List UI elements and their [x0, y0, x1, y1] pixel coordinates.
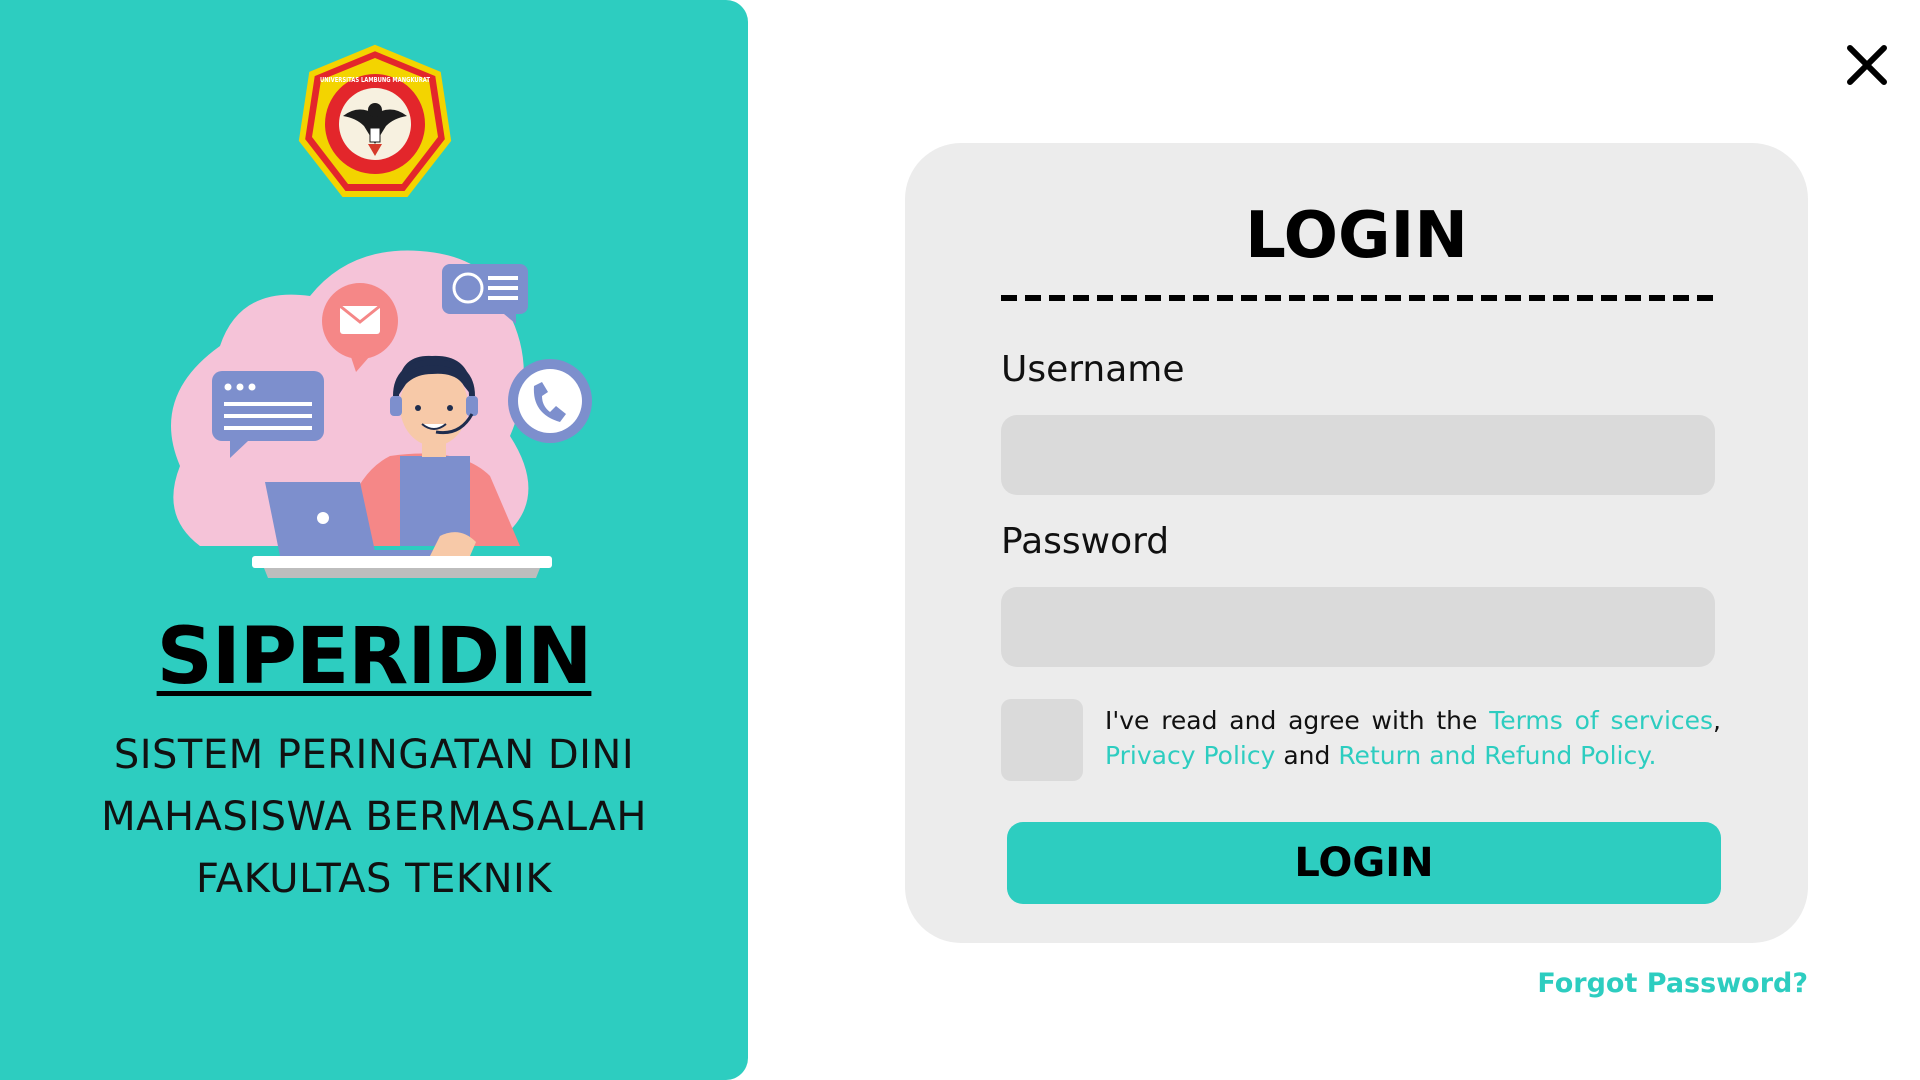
refund-link[interactable]: Return and Refund Policy. — [1338, 741, 1656, 770]
privacy-link[interactable]: Privacy Policy — [1105, 741, 1275, 770]
agree-comma: , — [1713, 706, 1721, 735]
title-divider — [1001, 295, 1715, 301]
terms-link[interactable]: Terms of services — [1489, 706, 1713, 735]
customer-service-illustration — [171, 250, 592, 578]
university-logo: UNIVERSITAS LAMBUNG MANGKURAT — [298, 44, 452, 197]
login-button[interactable]: LOGIN — [1007, 822, 1721, 904]
username-input[interactable] — [1001, 415, 1715, 495]
subtitle-line: MAHASISWA BERMASALAH — [101, 794, 647, 840]
app-title: SIPERIDIN — [156, 612, 593, 702]
forgot-password-link[interactable]: Forgot Password? — [1537, 968, 1808, 999]
subtitle-line: FAKULTAS TEKNIK — [195, 856, 553, 902]
login-card: LOGIN Username Password I've read and ag… — [905, 143, 1808, 943]
agree-checkbox[interactable] — [1001, 699, 1083, 781]
logo-ring-text: UNIVERSITAS LAMBUNG MANGKURAT — [320, 76, 430, 84]
app-subtitle: SISTEM PERINGATAN DINI MAHASISWA BERMASA… — [0, 724, 748, 910]
close-icon[interactable] — [1844, 42, 1890, 88]
password-label: Password — [1001, 521, 1170, 562]
login-title: LOGIN — [1245, 199, 1468, 273]
branding-panel: UNIVERSITAS LAMBUNG MANGKURAT SIPERIDIN … — [0, 0, 748, 1080]
username-label: Username — [1001, 349, 1185, 390]
agree-prefix: I've read and agree with the — [1105, 706, 1490, 735]
agree-and: and — [1275, 741, 1339, 770]
password-input[interactable] — [1001, 587, 1715, 667]
agree-text: I've read and agree with the Terms of se… — [1105, 703, 1721, 773]
subtitle-line: SISTEM PERINGATAN DINI — [113, 732, 635, 778]
